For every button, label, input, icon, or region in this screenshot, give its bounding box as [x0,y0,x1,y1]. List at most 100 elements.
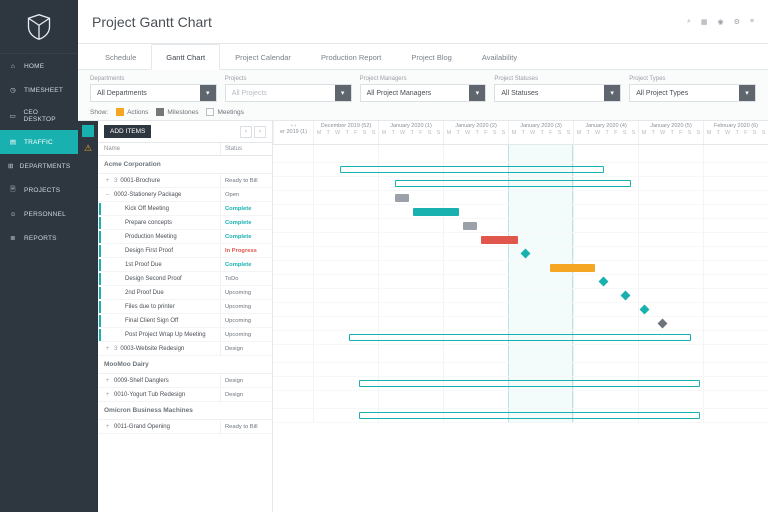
filter-label: Departments [90,76,217,82]
calendar-icon[interactable] [82,125,94,137]
gantt-bar[interactable] [463,222,477,230]
title-actions: ⌕ ▦ ◉ ⚙ ≡ [687,18,754,26]
nav-timesheet[interactable]: ◷TIMESHEET [0,78,78,102]
gantt-row [273,363,768,377]
tab-project-blog[interactable]: Project Blog [396,44,466,69]
nav-reports[interactable]: ≣REPORTS [0,226,78,250]
task-row[interactable]: +30001-BrochureReady to Bill [98,174,272,188]
task-row[interactable]: +0011-Grand OpeningReady to Bill [98,420,272,434]
milestone-icon[interactable] [521,249,531,259]
main-sidebar: ⌂HOME◷TIMESHEET▭CEO DESKTOP▤TRAFFIC⊞DEPA… [0,0,78,512]
checkbox-actions[interactable]: Actions [116,108,148,116]
gantt-row [273,233,768,247]
gantt-row [273,191,768,205]
group-header[interactable]: Acme Corporation [98,156,272,174]
nav-traffic[interactable]: ▤TRAFFIC [0,130,78,154]
task-row[interactable]: +0010-Yogurt Tub RedesignDesign [98,388,272,402]
filter-projects[interactable]: All Projects▾ [225,84,352,102]
checkbox-milestones[interactable]: Milestones [156,108,198,116]
task-row[interactable]: Production MeetingComplete [98,230,272,244]
next-arrow-icon[interactable]: › [254,126,266,138]
warning-icon[interactable]: ⚠ [84,143,92,154]
gantt-row [273,247,768,261]
task-row[interactable]: +0009-Shelf DanglersDesign [98,374,272,388]
gantt-bar[interactable] [481,236,517,244]
gantt-row [273,377,768,391]
page-title: Project Gantt Chart [92,14,212,30]
chevron-down-icon: ▾ [739,85,755,101]
gantt-row [273,317,768,331]
gantt-row [273,391,768,409]
gantt-row [273,177,768,191]
milestone-icon[interactable] [639,305,649,315]
chevron-down-icon: ▾ [200,85,216,101]
task-row[interactable]: –0002-Stationery PackageOpen [98,188,272,202]
gantt-bar[interactable] [359,380,700,387]
tab-availability[interactable]: Availability [467,44,532,69]
filter-label: Project Managers [360,76,487,82]
logo [0,0,78,54]
filter-label: Project Statuses [494,76,621,82]
task-row[interactable]: Post Project Wrap Up MeetingUpcoming [98,328,272,342]
help-icon[interactable]: ◉ [718,18,724,26]
titlebar: Project Gantt Chart ⌕ ▦ ◉ ⚙ ≡ [78,0,768,44]
filter-types[interactable]: All Project Types▾ [629,84,756,102]
grid-icon[interactable]: ▦ [701,18,708,26]
task-row[interactable]: Prepare conceptsComplete [98,216,272,230]
nav-icon: ◷ [8,85,18,95]
column-name: Name [98,143,220,155]
filter-departments[interactable]: All Departments▾ [90,84,217,102]
group-header[interactable]: Omicron Business Machines [98,402,272,420]
task-row[interactable]: Kick Off MeetingComplete [98,202,272,216]
nav-projects[interactable]: 🗎PROJECTS [0,178,78,202]
column-status: Status [220,143,272,155]
nav-departments[interactable]: ⊞DEPARTMENTS [0,154,78,178]
gantt-row [273,219,768,233]
checkbox-meetings[interactable]: Meetings [206,108,243,116]
milestone-icon[interactable] [598,277,608,287]
group-header[interactable]: MooMoo Dairy [98,356,272,374]
timeline-column: January 2020 (1)MTWTFSS [378,121,443,144]
task-row[interactable]: 1st Proof DueComplete [98,258,272,272]
task-row[interactable]: Design First ProofIn Progress [98,244,272,258]
tab-production-report[interactable]: Production Report [306,44,396,69]
gantt-row [273,261,768,275]
tab-project-calendar[interactable]: Project Calendar [220,44,306,69]
menu-icon[interactable]: ≡ [750,18,754,26]
task-row[interactable]: +30003-Website RedesignDesign [98,342,272,356]
search-icon[interactable]: ⌕ [687,18,691,26]
gantt-bar[interactable] [413,208,459,216]
gantt-bar[interactable] [550,264,596,272]
tab-schedule[interactable]: Schedule [90,44,151,69]
milestone-icon[interactable] [621,291,631,301]
gantt-row [273,303,768,317]
gantt-bar[interactable] [340,166,604,173]
nav-icon: ≣ [8,233,18,243]
filter-bar: Departments All Departments▾ Projects All P… [78,70,768,102]
gantt-row [273,145,768,163]
show-bar: Show: Actions Milestones Meetings [78,102,768,121]
milestone-icon[interactable] [657,319,667,329]
gantt-bar[interactable] [359,412,700,419]
nav-personnel[interactable]: ☺PERSONNEL [0,202,78,226]
add-items-button[interactable]: ADD ITEMS [104,125,151,138]
gantt-bar[interactable] [349,334,690,341]
filter-managers[interactable]: All Project Managers▾ [360,84,487,102]
gantt-bar[interactable] [395,194,409,202]
tab-gantt-chart[interactable]: Gantt Chart [151,44,220,70]
gantt-row [273,331,768,345]
gantt-bar[interactable] [395,180,632,187]
task-row[interactable]: Files due to printerUpcoming [98,300,272,314]
task-row[interactable]: 2nd Proof DueUpcoming [98,286,272,300]
gantt-row [273,275,768,289]
nav-ceo-desktop[interactable]: ▭CEO DESKTOP [0,102,78,130]
timeline-column: January 2020 (4)MTWTFSS [573,121,638,144]
task-row[interactable]: Design Second ProofToDo [98,272,272,286]
filter-label: Projects [225,76,352,82]
settings-icon[interactable]: ⚙ [734,18,740,26]
nav-icon: ▭ [8,111,17,121]
filter-statuses[interactable]: All Statuses▾ [494,84,621,102]
task-row[interactable]: Final Client Sign OffUpcoming [98,314,272,328]
nav-home[interactable]: ⌂HOME [0,54,78,78]
prev-arrow-icon[interactable]: ‹ [240,126,252,138]
